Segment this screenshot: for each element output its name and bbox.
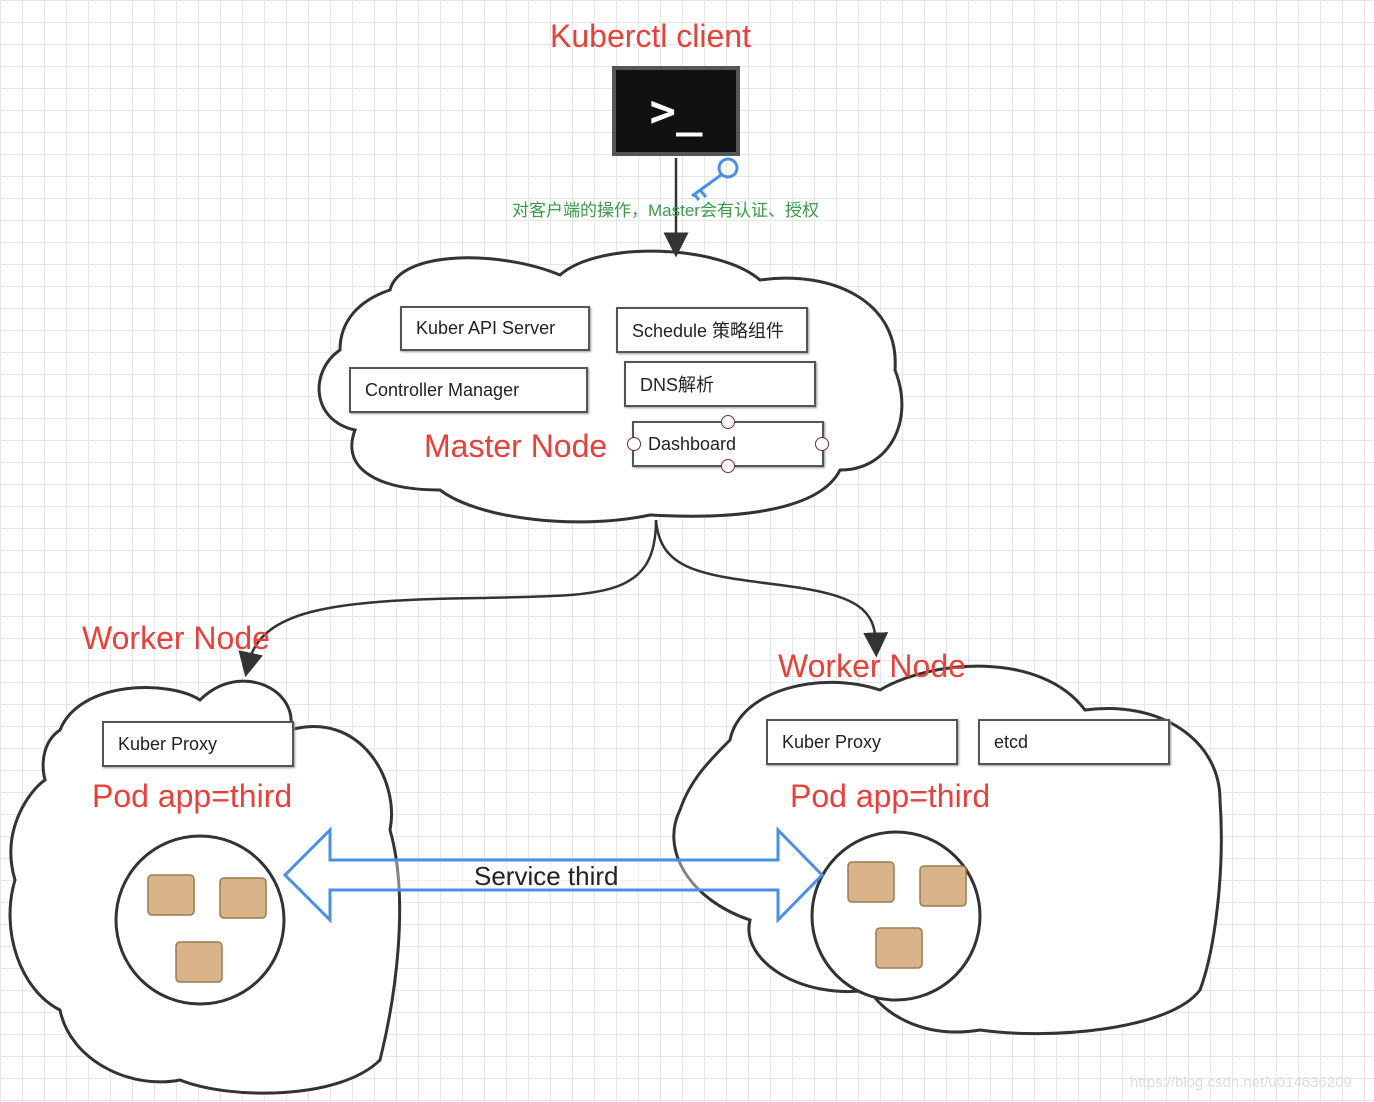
controller-manager-box[interactable]: Controller Manager: [349, 367, 588, 413]
resize-handle[interactable]: [815, 437, 829, 451]
pod-circle-right: [810, 830, 982, 1002]
container-icon: [919, 865, 967, 907]
worker-left-label: Worker Node: [82, 620, 270, 656]
container-icon: [875, 927, 923, 969]
schedule-box[interactable]: Schedule 策略组件: [616, 307, 808, 353]
auth-note: 对客户端的操作，Master会有认证、授权: [512, 201, 819, 220]
container-icon: [219, 877, 267, 919]
key-icon: [691, 157, 739, 201]
kuber-api-server-box[interactable]: Kuber API Server: [400, 306, 590, 351]
kuber-proxy-right-box[interactable]: Kuber Proxy: [766, 719, 958, 765]
master-to-right-worker-arrow: [654, 519, 889, 658]
diagram-shapes: [8, 157, 1223, 1095]
watermark: https://blog.csdn.net/u014636209: [1130, 1074, 1352, 1091]
worker-right-label: Worker Node: [778, 648, 966, 684]
container-icon: [847, 861, 895, 903]
resize-handle[interactable]: [721, 415, 735, 429]
service-label: Service third: [474, 861, 619, 891]
kuber-proxy-left-box[interactable]: Kuber Proxy: [102, 721, 294, 767]
terminal-icon: >_: [612, 66, 740, 156]
pod-left-label: Pod app=third: [92, 778, 293, 814]
resize-handle[interactable]: [627, 437, 641, 451]
container-icon: [175, 941, 223, 983]
etcd-box[interactable]: etcd: [978, 719, 1170, 765]
master-node-label: Master Node: [424, 428, 608, 464]
client-title: Kuberctl client: [550, 18, 751, 54]
resize-handle[interactable]: [721, 459, 735, 473]
master-to-left-worker-arrow: [238, 519, 658, 678]
dns-box[interactable]: DNS解析: [624, 361, 816, 407]
pod-right-label: Pod app=third: [790, 778, 991, 814]
container-icon: [147, 874, 195, 916]
